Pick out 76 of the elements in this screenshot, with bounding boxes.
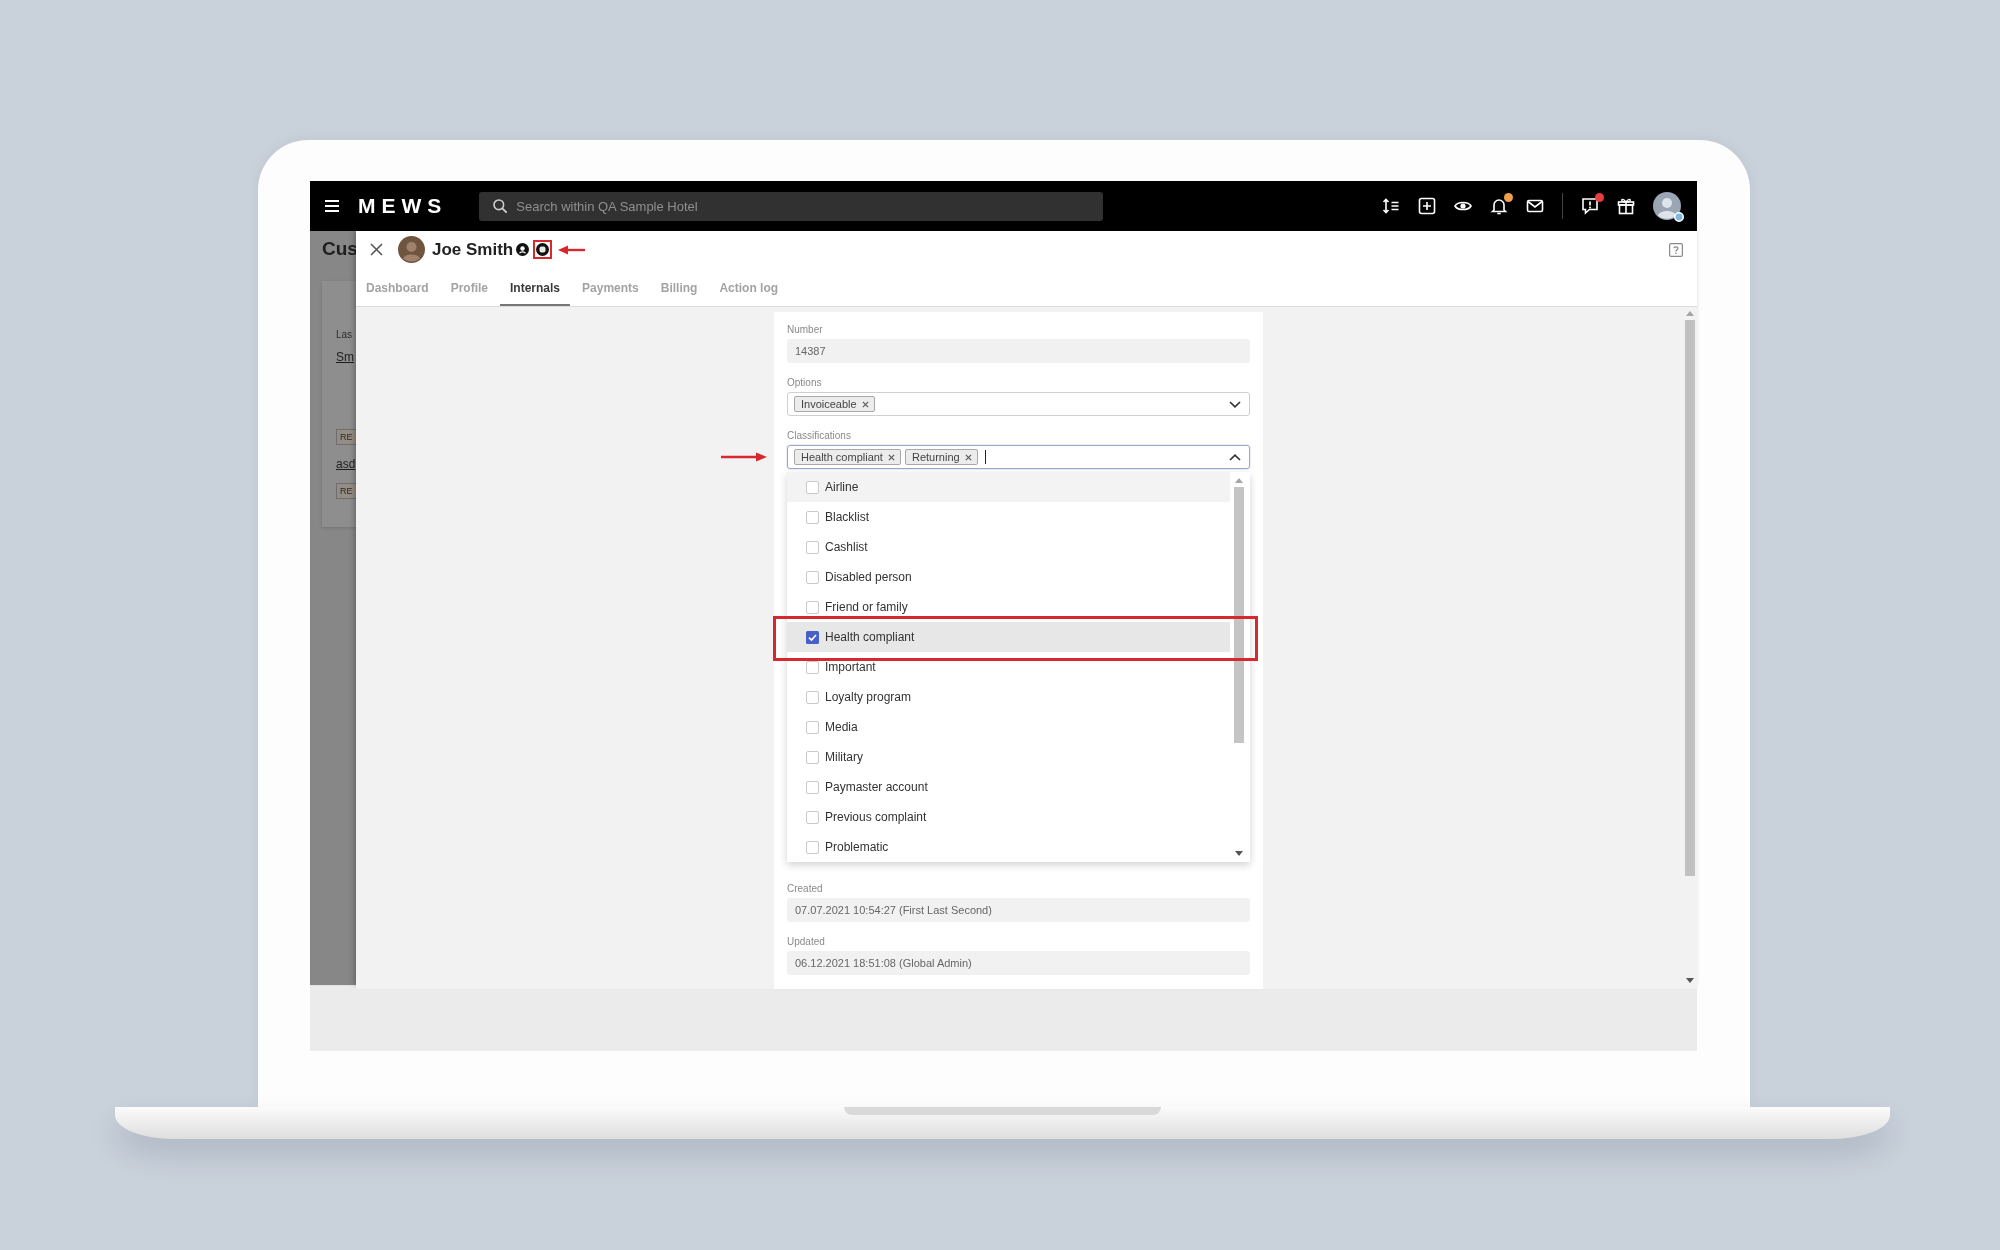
scrollbar-thumb[interactable] [1685, 320, 1695, 876]
logo[interactable]: MEWS [358, 194, 448, 218]
tag: RE [336, 483, 357, 499]
checkbox[interactable] [806, 840, 819, 854]
field-label: Updated [787, 936, 826, 948]
checkbox[interactable] [806, 510, 819, 524]
search-icon [493, 199, 508, 213]
checkbox[interactable] [806, 570, 819, 584]
dropdown-option[interactable]: Loyalty program [787, 682, 1230, 712]
dropdown-option[interactable]: Problematic [787, 832, 1230, 862]
customer-name: Joe Smith [432, 239, 514, 260]
dropdown-option[interactable]: Disabled person [787, 562, 1230, 592]
close-icon[interactable] [887, 453, 895, 461]
chat-alert-icon[interactable] [1581, 197, 1599, 215]
read-only-field: 07.07.2021 10:54:27 (First Last Second) [787, 898, 1250, 922]
dropdown-option[interactable]: Cashlist [787, 532, 1230, 562]
tag: RE [336, 429, 357, 445]
circle-badge-icon[interactable] [516, 243, 530, 256]
multiselect-field[interactable]: Invoiceable [787, 392, 1250, 416]
sort-icon[interactable] [1382, 197, 1400, 215]
chevron-up-icon[interactable] [1229, 453, 1241, 461]
field-label: Created [787, 883, 824, 895]
chevron-down-icon[interactable] [1229, 400, 1241, 408]
close-icon[interactable] [861, 400, 869, 408]
user-avatar[interactable] [1653, 192, 1681, 220]
scrollbar-thumb[interactable] [1234, 487, 1244, 743]
notification-dot-icon [1504, 193, 1513, 202]
dropdown-option[interactable]: Media [787, 712, 1230, 742]
dropdown-option[interactable]: Blacklist [787, 502, 1230, 532]
read-only-field: 14387 [787, 339, 1250, 363]
notification-dot-icon [1595, 193, 1604, 202]
search-field[interactable]: Search within QA Sample Hotel [479, 191, 1104, 221]
bell-icon[interactable] [1490, 197, 1508, 215]
field-label: Classifications [787, 430, 852, 442]
text-cursor-icon [984, 450, 986, 464]
dropdown-option[interactable]: Friend or family [787, 592, 1230, 622]
dropdown-option[interactable]: Military [787, 742, 1230, 772]
chip-label: Returning [911, 451, 960, 463]
checkbox[interactable] [806, 540, 819, 554]
checkbox[interactable] [806, 480, 819, 494]
checkbox[interactable] [806, 720, 819, 734]
dropdown-option[interactable]: Paymaster account [787, 772, 1230, 802]
dropdown-option[interactable]: Important [787, 652, 1230, 682]
checkbox[interactable] [806, 600, 819, 614]
field-label: Las [336, 329, 354, 341]
checkbox[interactable] [806, 660, 819, 674]
link[interactable]: Sm [336, 350, 354, 364]
dropdown-option[interactable]: Previous complaint [787, 802, 1230, 832]
scroll-down-icon[interactable] [1235, 851, 1243, 856]
chip-label: Invoiceable [801, 398, 857, 410]
dropdown-option[interactable]: Airline [787, 472, 1230, 502]
multiselect-field[interactable]: Health compliant Returning [787, 445, 1250, 469]
help-icon[interactable] [1669, 242, 1683, 257]
dropdown-option[interactable]: Health compliant [787, 622, 1230, 652]
add-icon[interactable] [1418, 197, 1436, 215]
checkbox[interactable] [806, 780, 819, 794]
field-label: Number [787, 324, 824, 336]
chip-label: Health compliant [801, 451, 883, 463]
status-dot-icon [1674, 212, 1684, 222]
annotation-arrow [721, 452, 767, 462]
scroll-down-icon[interactable] [1686, 978, 1694, 983]
checkbox[interactable] [806, 630, 819, 644]
checkbox[interactable] [806, 750, 819, 764]
annotation-arrow [558, 244, 586, 255]
field-label: Options [787, 377, 823, 389]
checkbox[interactable] [806, 810, 819, 824]
checkbox[interactable] [806, 690, 819, 704]
gift-icon[interactable] [1617, 197, 1635, 215]
link[interactable]: asd [336, 457, 356, 471]
menu-icon[interactable] [325, 200, 339, 212]
mail-icon[interactable] [1526, 197, 1544, 215]
read-only-field: 06.12.2021 18:51:08 (Global Admin) [787, 951, 1250, 975]
page-title: Cus [322, 237, 356, 261]
close-icon[interactable] [964, 453, 972, 461]
avatar [398, 236, 425, 263]
close-icon[interactable] [370, 243, 383, 256]
